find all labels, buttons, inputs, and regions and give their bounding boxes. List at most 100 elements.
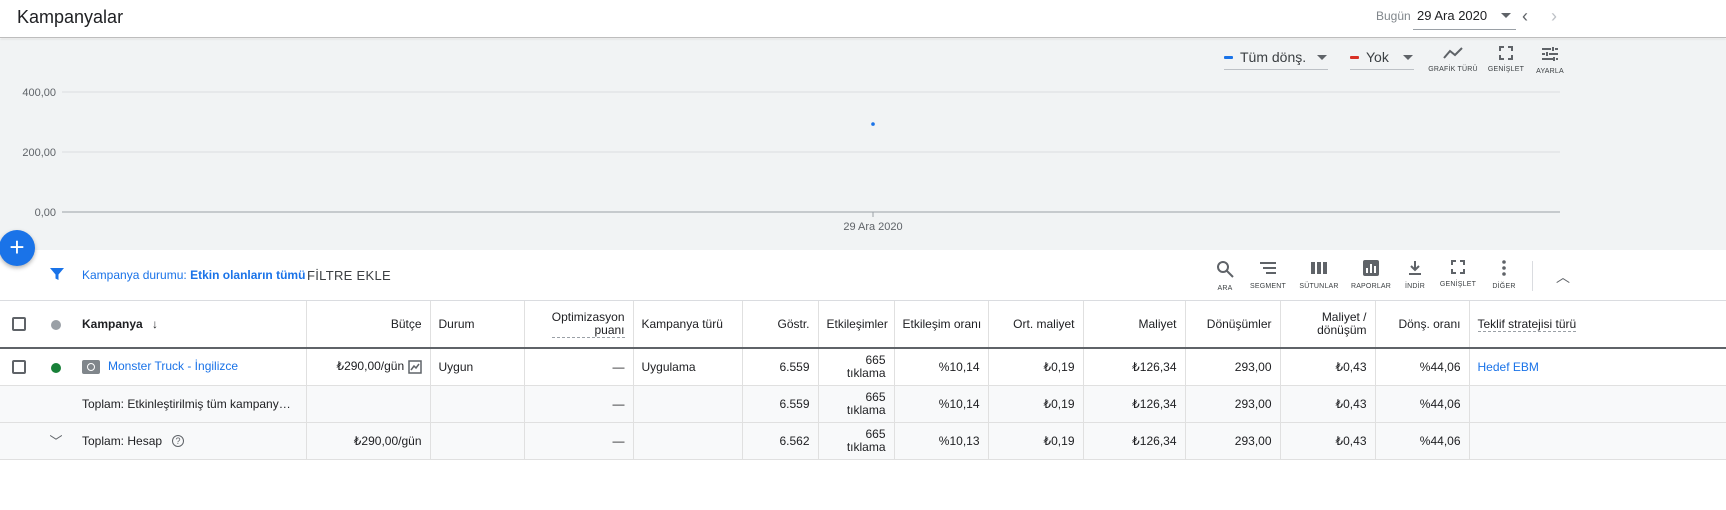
- campaigns-table: Kampanya ↓ Bütçe Durum Optimizasyon puanı…: [0, 301, 1726, 460]
- add-filter-button[interactable]: FİLTRE EKLE: [307, 268, 391, 283]
- cost-per-conversion-cell: ₺0,43: [1280, 422, 1376, 460]
- total-account-row: ﹀ Toplam: Hesap? ₺290,00/gün — 6.562 665…: [0, 422, 1726, 460]
- x-tick-label: 29 Ara 2020: [843, 221, 902, 233]
- empty-cell: [38, 385, 74, 423]
- total-label-cell: Toplam: Hesap?: [74, 422, 307, 460]
- segment-button[interactable]: SEGMENT: [1240, 260, 1296, 290]
- app-campaign-icon: [82, 360, 100, 375]
- more-vert-icon: [1502, 260, 1506, 276]
- opt-score-cell: —: [524, 348, 634, 386]
- budget-cell: ₺290,00/gün: [306, 422, 431, 460]
- column-header-optimization-score[interactable]: Optimizasyon puanı: [524, 301, 634, 349]
- metric-1-swatch: [1224, 56, 1233, 59]
- status-dot-cell[interactable]: [38, 348, 74, 386]
- column-header-avg-cost[interactable]: Ort. maliyet: [988, 301, 1084, 349]
- metric-1-selector[interactable]: Tüm dönş.: [1224, 48, 1328, 70]
- add-campaign-fab[interactable]: +: [0, 230, 35, 266]
- columns-icon: [1311, 262, 1327, 274]
- line-chart-icon: [1443, 47, 1463, 59]
- tool-label: SÜTUNLAR: [1299, 283, 1339, 290]
- data-point: [871, 122, 875, 126]
- bid-strategy-link[interactable]: Hedef EBM: [1478, 360, 1539, 374]
- cost-cell: ₺126,34: [1083, 385, 1186, 423]
- empty-cell: [1469, 422, 1726, 460]
- dropdown-caret-icon: [1317, 55, 1327, 60]
- interaction-rate-cell: %10,14: [894, 385, 989, 423]
- column-header-cost[interactable]: Maliyet: [1083, 301, 1186, 349]
- empty-cell: [0, 422, 38, 460]
- avg-cost-cell: ₺0,19: [988, 422, 1084, 460]
- budget-chart-icon[interactable]: [407, 360, 422, 374]
- column-header-conversions[interactable]: Dönüşümler: [1185, 301, 1281, 349]
- opt-score-cell: —: [524, 385, 634, 423]
- segment-icon: [1260, 262, 1276, 274]
- total-label-cell: Toplam: Etkinleştirilmiş tüm kampany…: [74, 385, 307, 423]
- table-header-row: Kampanya ↓ Bütçe Durum Optimizasyon puanı…: [0, 301, 1726, 349]
- enabled-status-dot: [51, 362, 61, 373]
- column-header-conversion-rate[interactable]: Dönş. oranı: [1375, 301, 1470, 349]
- download-icon: [1409, 261, 1421, 275]
- expand-icon: [1499, 46, 1513, 60]
- column-header-campaign-type[interactable]: Kampanya türü: [633, 301, 743, 349]
- opt-score-cell: —: [524, 422, 634, 460]
- columns-button[interactable]: SÜTUNLAR: [1291, 260, 1347, 290]
- chevron-down-icon: ﹀: [49, 434, 63, 449]
- campaign-type-cell: Uygulama: [633, 348, 743, 386]
- chart-type-button[interactable]: GRAFİK TÜRÜ: [1427, 46, 1479, 73]
- toolbar-divider: [1532, 261, 1533, 291]
- cost-per-conversion-cell: ₺0,43: [1280, 385, 1376, 423]
- row-checkbox[interactable]: [0, 348, 38, 386]
- chart-settings-button[interactable]: AYARLA: [1524, 46, 1576, 75]
- filter-icon[interactable]: [49, 266, 65, 282]
- expand-row-button[interactable]: ﹀: [38, 422, 74, 460]
- cost-per-conversion-cell: ₺0,43: [1280, 348, 1376, 386]
- chevron-right-icon[interactable]: ›: [1551, 7, 1557, 25]
- date-range-selector[interactable]: 29 Ara 2020: [1417, 8, 1487, 23]
- conversion-rate-cell: %44,06: [1375, 348, 1470, 386]
- y-tick-label: 400,00: [22, 87, 56, 99]
- conversions-cell: 293,00: [1185, 348, 1281, 386]
- chevron-left-icon[interactable]: ‹: [1522, 7, 1528, 25]
- column-header-interactions[interactable]: Etkileşimler: [818, 301, 895, 349]
- tune-icon: [1542, 47, 1558, 61]
- reports-icon: [1363, 260, 1379, 276]
- column-header-bid-strategy[interactable]: Teklif stratejisi türü: [1469, 301, 1726, 349]
- collapse-chevron-icon[interactable]: ︿: [1556, 267, 1570, 287]
- status-column-header[interactable]: [38, 301, 74, 349]
- select-all-checkbox[interactable]: [0, 301, 38, 349]
- cost-cell: ₺126,34: [1083, 348, 1186, 386]
- help-icon[interactable]: ?: [172, 435, 185, 448]
- tool-label: SEGMENT: [1249, 283, 1286, 290]
- y-tick-label: 0,00: [35, 207, 56, 219]
- empty-cell: [633, 422, 743, 460]
- metric-2-label: Yok: [1366, 49, 1389, 65]
- table-row: Monster Truck - İngilizce ₺290,00/gün Uy…: [0, 348, 1726, 386]
- interaction-rate-cell: %10,14: [894, 348, 989, 386]
- column-header-budget[interactable]: Bütçe: [306, 301, 431, 349]
- search-icon: [1217, 261, 1234, 278]
- campaign-name-link[interactable]: Monster Truck - İngilizce: [108, 359, 238, 373]
- filter-prefix: Kampanya durumu:: [82, 268, 191, 282]
- more-button[interactable]: DİĞER: [1476, 260, 1532, 290]
- filter-bar: Kampanya durumu: Etkin olanların tümü Fİ…: [0, 250, 1726, 301]
- column-header-campaign[interactable]: Kampanya ↓: [74, 301, 307, 349]
- dropdown-caret-icon[interactable]: [1501, 13, 1511, 18]
- column-header-interaction-rate[interactable]: Etkileşim oranı: [894, 301, 989, 349]
- impressions-cell: 6.559: [742, 348, 819, 386]
- bid-strategy-cell: Hedef EBM: [1469, 348, 1726, 386]
- interactions-cell: 665 tıklama: [818, 385, 895, 423]
- interactions-cell: 665 tıklama: [818, 422, 895, 460]
- metric-2-selector[interactable]: Yok: [1350, 48, 1414, 70]
- status-cell: Uygun: [430, 348, 525, 386]
- empty-cell: [430, 385, 525, 423]
- plus-icon: +: [9, 232, 25, 262]
- column-header-status[interactable]: Durum: [430, 301, 525, 349]
- avg-cost-cell: ₺0,19: [988, 348, 1084, 386]
- column-header-impressions[interactable]: Göstr.: [742, 301, 819, 349]
- avg-cost-cell: ₺0,19: [988, 385, 1084, 423]
- column-header-cost-per-conversion[interactable]: Maliyet / dönüşüm: [1280, 301, 1376, 349]
- date-range-underline: [1413, 29, 1516, 30]
- budget-cell[interactable]: ₺290,00/gün: [306, 348, 431, 386]
- campaign-status-filter[interactable]: Kampanya durumu: Etkin olanların tümü: [82, 268, 305, 282]
- metric-1-label: Tüm dönş.: [1240, 49, 1307, 65]
